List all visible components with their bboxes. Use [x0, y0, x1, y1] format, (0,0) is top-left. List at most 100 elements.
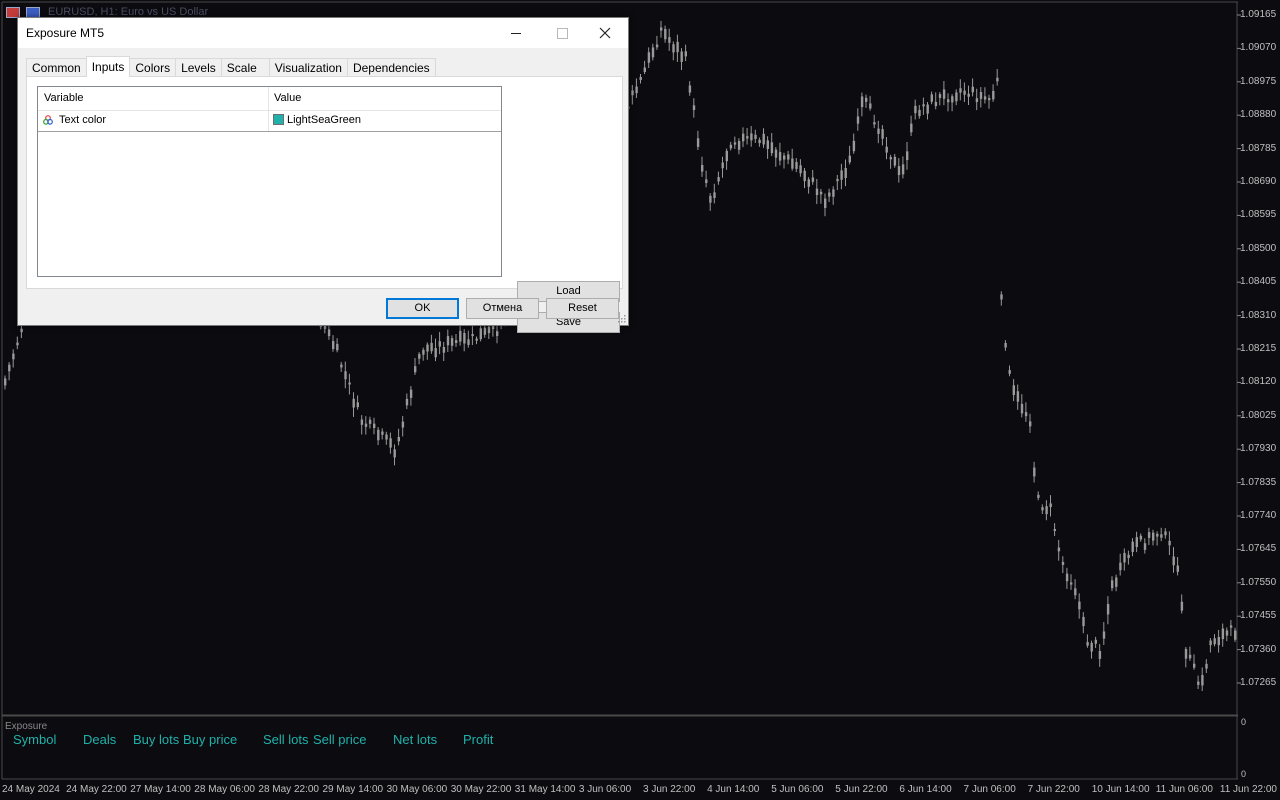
candle-body: [336, 343, 339, 351]
date-tick-label: 5 Jun 22:00: [835, 784, 888, 795]
date-tick-label: 11 Jun 22:00: [1219, 784, 1277, 795]
candle-body: [655, 44, 659, 48]
tab-dependencies[interactable]: Dependencies: [346, 58, 436, 76]
date-tick-label: 28 May 06:00: [194, 784, 255, 795]
candle-body: [819, 191, 823, 195]
candle-body: [811, 177, 815, 182]
resize-grip-icon[interactable]: [618, 315, 626, 323]
candle-body: [487, 326, 491, 334]
date-tick-label: 5 Jun 06:00: [771, 784, 824, 795]
candle-body: [377, 429, 380, 441]
candle-body: [848, 155, 851, 163]
candle-body: [1176, 565, 1179, 572]
price-tick-label: 1.08310: [1240, 309, 1277, 321]
ok-button[interactable]: OK: [386, 298, 459, 319]
candle-body: [951, 96, 954, 103]
candle-body: [770, 142, 774, 154]
tab-common[interactable]: Common: [26, 58, 87, 76]
candle-body: [1074, 588, 1077, 596]
reset-button[interactable]: Reset: [546, 298, 619, 319]
column-sell-price: Sell price: [313, 732, 367, 747]
candle-body: [824, 198, 827, 208]
candle-body: [12, 353, 15, 360]
variable-name: Text color: [59, 114, 107, 126]
candle-body: [1057, 547, 1061, 552]
price-tick-label: 1.07740: [1240, 510, 1277, 521]
price-tick-label: 1.07265: [1240, 677, 1277, 688]
candle-body: [983, 96, 987, 100]
candle-body: [340, 364, 343, 368]
minimize-button[interactable]: [493, 18, 539, 48]
candle-body: [364, 423, 368, 427]
tab-levels[interactable]: Levels: [175, 58, 222, 76]
candle-body: [1135, 537, 1138, 547]
candle-body: [385, 434, 388, 440]
color-swatch[interactable]: [273, 114, 284, 125]
column-sell-lots: Sell lots: [263, 732, 309, 747]
candle-body: [1160, 534, 1163, 538]
price-tick-label: 1.07360: [1240, 643, 1277, 655]
candle-body: [20, 328, 23, 333]
candle-body: [393, 449, 396, 458]
candle-body: [643, 67, 646, 72]
header-value[interactable]: Value: [274, 92, 301, 104]
candle-body: [4, 378, 7, 386]
tab-scale[interactable]: Scale: [220, 58, 270, 76]
dialog-titlebar[interactable]: Exposure MT5: [18, 18, 628, 48]
candle-body: [389, 438, 392, 448]
candle-body: [1143, 543, 1147, 550]
candle-body: [360, 419, 364, 425]
candle-body: [873, 122, 876, 125]
price-tick-label: 1.08120: [1240, 376, 1277, 388]
candle-body: [639, 76, 642, 81]
candle-body: [401, 421, 405, 428]
candle-body: [1197, 681, 1200, 685]
candle-body: [766, 140, 769, 149]
candle-body: [8, 364, 11, 372]
candle-body: [885, 146, 888, 153]
candle-body: [992, 90, 995, 100]
candle-body: [434, 348, 437, 358]
candle-body: [368, 419, 372, 424]
indicator-scale-top: 0: [1241, 717, 1247, 727]
header-divider[interactable]: [268, 87, 269, 110]
candle-body: [660, 27, 663, 31]
price-tick-label: 1.09165: [1240, 9, 1277, 20]
close-button[interactable]: [582, 18, 628, 48]
date-tick-label: 28 May 22:00: [258, 784, 319, 795]
candle-body: [446, 336, 450, 346]
tab-visualization[interactable]: Visualization: [268, 58, 348, 76]
tab-inputs[interactable]: Inputs: [85, 56, 131, 77]
candle-body: [1168, 540, 1171, 546]
price-tick-label: 1.08595: [1240, 209, 1277, 221]
candle-body: [1094, 639, 1097, 644]
candle-body: [1082, 616, 1085, 627]
candle-body: [701, 165, 704, 172]
candle-body: [893, 156, 897, 166]
candle-body: [889, 157, 892, 160]
candle-body: [1152, 532, 1155, 541]
header-variable[interactable]: Variable: [44, 92, 84, 104]
price-tick-label: 1.08785: [1240, 142, 1277, 154]
column-profit: Profit: [463, 732, 494, 747]
candle-body: [332, 341, 335, 350]
candle-body: [1213, 638, 1216, 645]
table-row[interactable]: Text color LightSeaGreen: [38, 110, 501, 132]
candle-body: [865, 97, 868, 102]
date-tick-label: 24 May 22:00: [66, 784, 127, 795]
date-tick-label: 30 May 22:00: [450, 784, 512, 795]
cancel-button[interactable]: Отмена: [466, 298, 539, 319]
candle-body: [930, 94, 933, 102]
candle-body: [754, 134, 757, 139]
candle-body: [327, 329, 331, 337]
tab-colors[interactable]: Colors: [129, 58, 177, 76]
candle-body: [963, 90, 966, 95]
candle-body: [975, 98, 979, 103]
inputs-table[interactable]: Variable Value Text color LightSeaGreen: [37, 86, 502, 277]
maximize-button: [539, 18, 585, 48]
candle-body: [381, 431, 384, 435]
candle-body: [733, 142, 737, 145]
variable-value[interactable]: LightSeaGreen: [287, 114, 361, 126]
candle-body: [16, 342, 19, 346]
candle-body: [348, 382, 351, 385]
